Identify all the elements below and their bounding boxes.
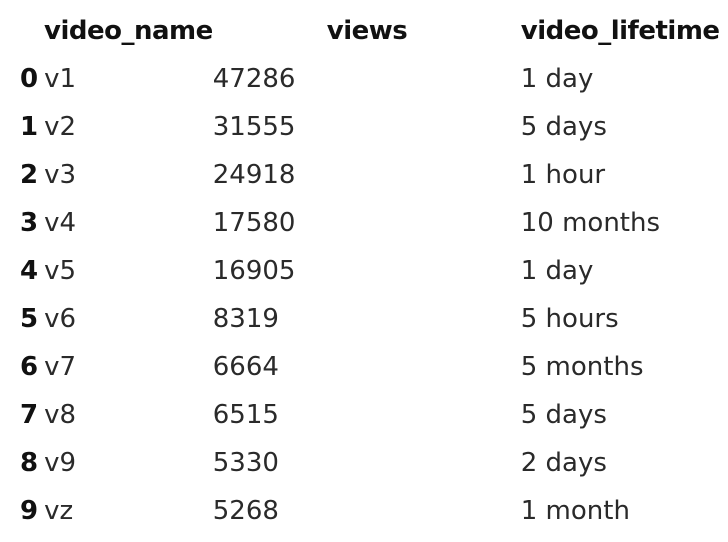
- cell-views: 47286: [212, 64, 296, 94]
- row-index: 0: [20, 64, 39, 94]
- row-index: 9: [20, 496, 39, 526]
- table-row: 0 v1 47286 1 day: [14, 55, 721, 103]
- dataframe-table: video_name views video_lifetime 0 v1 472…: [14, 7, 721, 535]
- column-header-video-name: video_name: [44, 16, 213, 46]
- cell-video-lifetime: 1 month: [520, 496, 630, 526]
- cell-video-lifetime: 1 day: [520, 64, 594, 94]
- cell-video-lifetime: 5 days: [520, 400, 607, 430]
- cell-video-name: v7: [44, 352, 77, 382]
- cell-views: 5268: [212, 496, 279, 526]
- cell-video-name: v8: [44, 400, 77, 430]
- table-header: video_name views video_lifetime: [14, 7, 721, 55]
- cell-views: 6664: [212, 352, 279, 382]
- cell-views: 31555: [212, 112, 296, 142]
- cell-views: 16905: [212, 256, 296, 286]
- cell-video-name: v2: [44, 112, 77, 142]
- table-body: 0 v1 47286 1 day 1 v2 31555 5 days 2 v3 …: [14, 55, 721, 535]
- dataframe-view: video_name views video_lifetime 0 v1 472…: [0, 0, 728, 542]
- cell-video-lifetime: 5 months: [520, 352, 644, 382]
- cell-video-lifetime: 2 days: [520, 448, 607, 478]
- cell-views: 17580: [212, 208, 296, 238]
- table-row: 9 vz 5268 1 month: [14, 487, 721, 535]
- cell-views: 5330: [212, 448, 279, 478]
- cell-views: 8319: [212, 304, 279, 334]
- cell-video-lifetime: 10 months: [520, 208, 661, 238]
- column-header-video-lifetime: video_lifetime: [520, 16, 720, 46]
- cell-video-lifetime: 5 hours: [520, 304, 619, 334]
- row-index: 4: [20, 256, 39, 286]
- cell-video-name: vz: [44, 496, 74, 526]
- table-row: 3 v4 17580 10 months: [14, 199, 721, 247]
- table-row: 5 v6 8319 5 hours: [14, 295, 721, 343]
- cell-views: 6515: [212, 400, 279, 430]
- row-index: 5: [20, 304, 39, 334]
- table-row: 4 v5 16905 1 day: [14, 247, 721, 295]
- cell-video-lifetime: 1 hour: [520, 160, 606, 190]
- row-index: 2: [20, 160, 39, 190]
- column-header-views: views: [326, 16, 408, 46]
- cell-views: 24918: [212, 160, 296, 190]
- table-row: 1 v2 31555 5 days: [14, 103, 721, 151]
- table-row: 7 v8 6515 5 days: [14, 391, 721, 439]
- cell-video-lifetime: 5 days: [520, 112, 607, 142]
- cell-video-name: v4: [44, 208, 77, 238]
- row-index: 7: [20, 400, 39, 430]
- cell-video-name: v3: [44, 160, 77, 190]
- table-row: 2 v3 24918 1 hour: [14, 151, 721, 199]
- cell-video-name: v6: [44, 304, 77, 334]
- table-row: 6 v7 6664 5 months: [14, 343, 721, 391]
- header-row: video_name views video_lifetime: [14, 7, 721, 55]
- cell-video-name: v5: [44, 256, 77, 286]
- row-index: 1: [20, 112, 39, 142]
- cell-video-lifetime: 1 day: [520, 256, 594, 286]
- row-index: 8: [20, 448, 39, 478]
- table-row: 8 v9 5330 2 days: [14, 439, 721, 487]
- index-header: video_name: [14, 7, 213, 55]
- cell-video-name: v9: [44, 448, 77, 478]
- row-index: 6: [20, 352, 39, 382]
- cell-video-name: v1: [44, 64, 77, 94]
- row-index: 3: [20, 208, 39, 238]
